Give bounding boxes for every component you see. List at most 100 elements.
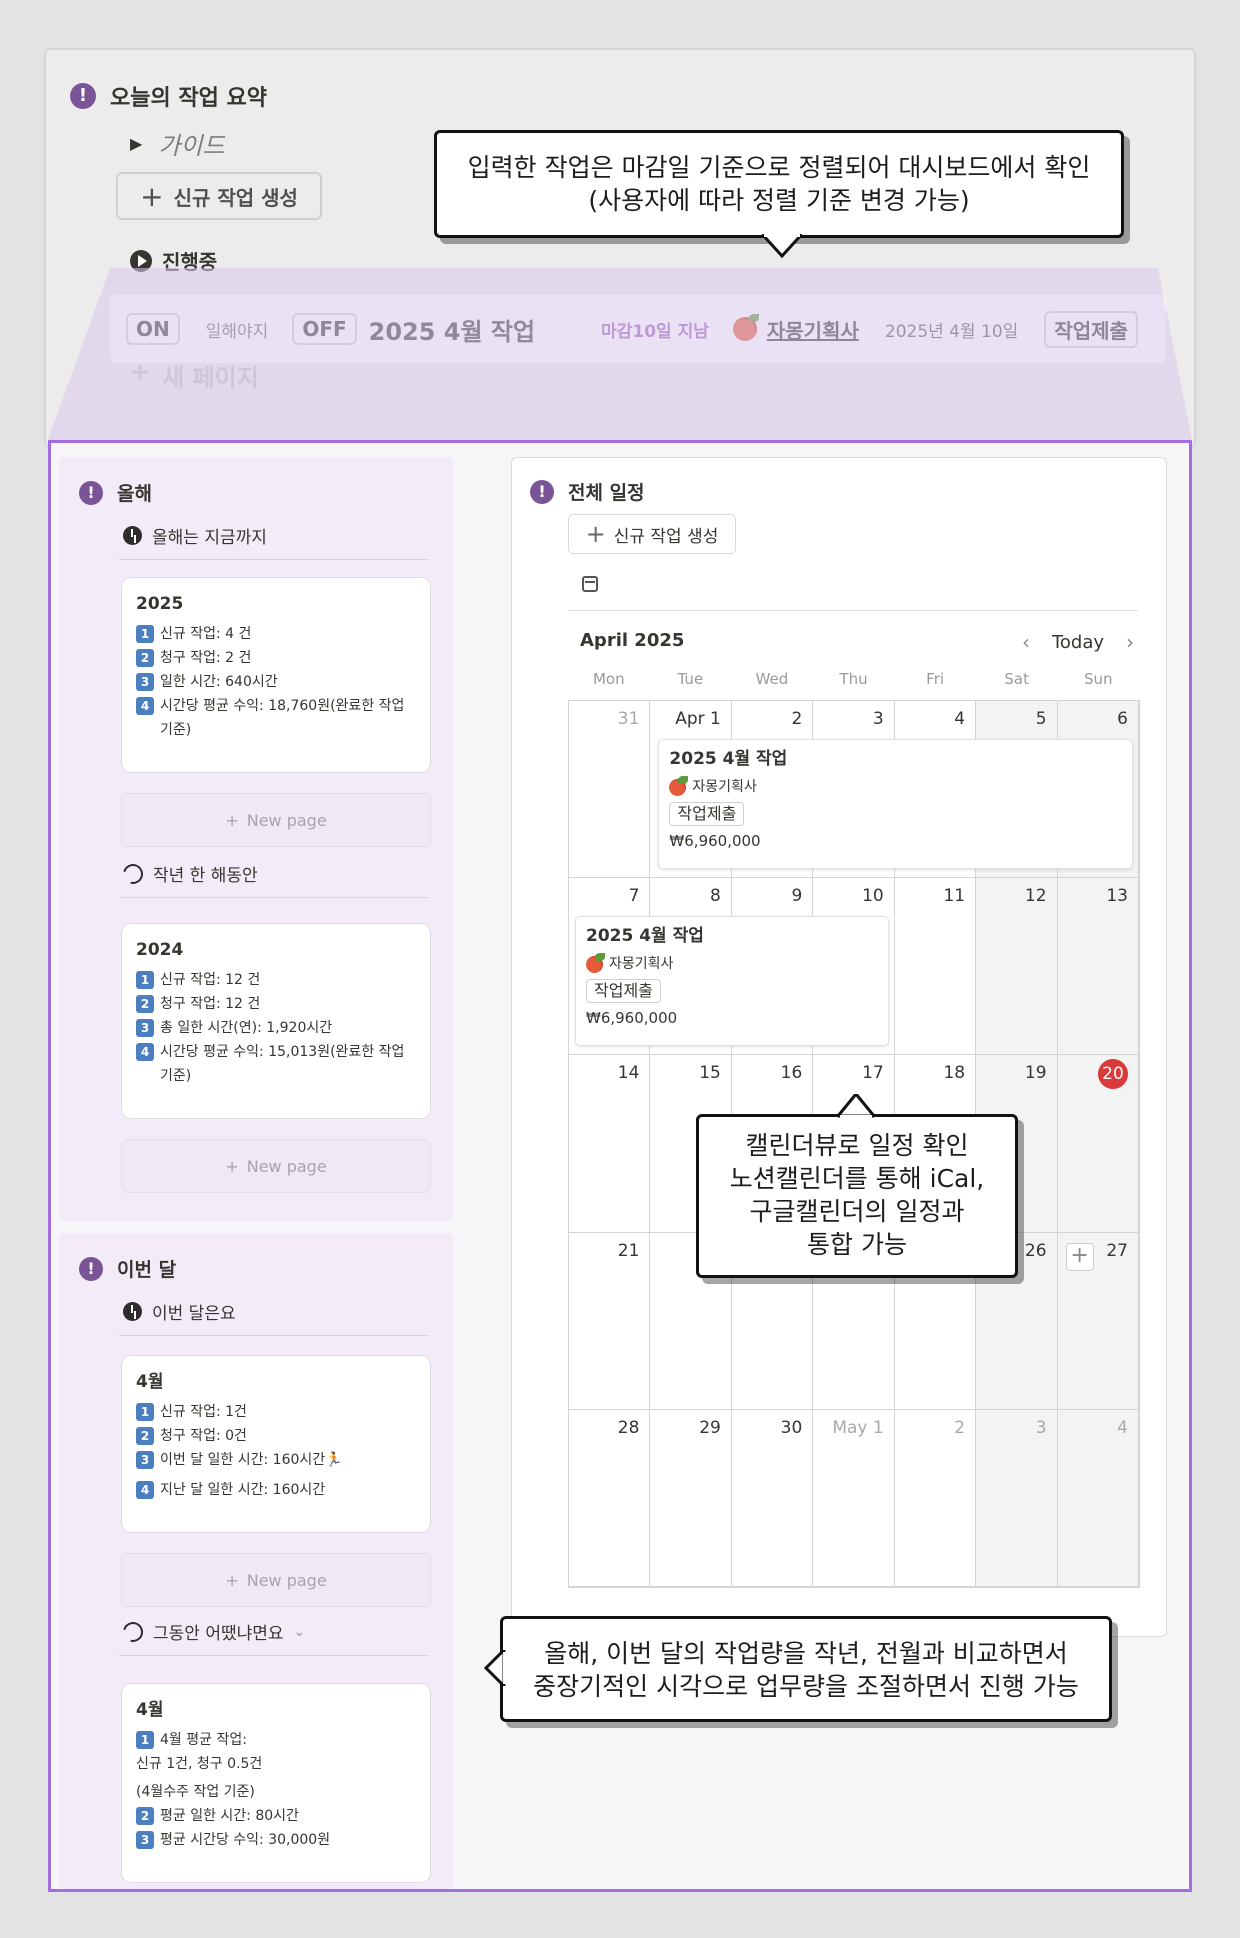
callout-pointer — [484, 1650, 506, 1686]
keycap-1-icon: 1 — [136, 1403, 154, 1421]
calendar-day-number: May 1 — [832, 1417, 884, 1438]
keycap-1-icon: 1 — [136, 1731, 154, 1749]
calendar-day-cell[interactable]: 29 — [650, 1409, 732, 1587]
weekday-label: Sun — [1083, 670, 1113, 688]
play-circle-icon — [130, 249, 152, 272]
history-header[interactable]: 그동안 어땠냐면요 ⌄ — [119, 1617, 305, 1646]
this-month-label: 이번 달은요 — [152, 1304, 236, 1324]
keycap-3-icon: 3 — [136, 1451, 154, 1469]
grapefruit-icon — [732, 314, 759, 341]
calendar-header: ! 전체 일정 — [530, 478, 645, 505]
stat-text: 평균 일한 시간: 80시간 — [160, 1808, 299, 1824]
off-toggle[interactable]: OFF — [292, 313, 357, 345]
summary-header: ! 오늘의 작업 요약 — [70, 80, 267, 112]
calendar-day-cell[interactable]: 14 — [569, 1055, 651, 1233]
on-toggle[interactable]: ON — [126, 313, 180, 345]
new-page-button[interactable]: + New page — [121, 1139, 431, 1193]
calendar-view-icon[interactable] — [582, 576, 598, 592]
year-so-far-header[interactable]: 올해는 지금까지 — [123, 523, 267, 548]
calendar-day-cell[interactable]: 31 — [569, 701, 651, 879]
calendar-day-cell[interactable]: May 1 — [813, 1409, 895, 1587]
plus-icon: + — [130, 358, 151, 386]
keycap-1-icon: 1 — [136, 625, 154, 643]
this-month-header[interactable]: 이번 달은요 — [123, 1299, 236, 1324]
task-name[interactable]: 2025 4월 작업 — [369, 312, 535, 347]
year-panel: ! 올해 올해는 지금까지 2025 1 신규 작업: 4 건 2 청구 작업: 2… — [59, 457, 453, 1221]
calendar-day-cell[interactable]: 12 — [976, 878, 1058, 1056]
client-link[interactable]: 자몽기획사 — [767, 315, 859, 344]
year-stat-card[interactable]: 2025 1 신규 작업: 4 건 2 청구 작업: 2 건 3 일한 시간: 640… — [121, 577, 431, 773]
stat-text: (4월수주 작업 기준) — [136, 1784, 255, 1800]
calendar-day-cell[interactable]: 30 — [731, 1409, 814, 1587]
list-item: 1 신규 작업: 4 건 — [136, 622, 416, 646]
task-row[interactable]: ON 일해야지 OFF 2025 4월 작업 마감10일 지남 자몽기획사 20… — [110, 295, 1166, 363]
keycap-2-icon: 2 — [136, 1427, 154, 1445]
weekday-label: Fri — [926, 670, 945, 688]
calendar-day-cell[interactable]: 4 — [1057, 1409, 1139, 1587]
calendar-title: 전체 일정 — [568, 482, 645, 504]
calendar-day-cell[interactable]: 2 — [894, 1409, 977, 1587]
last-year-header[interactable]: 작년 한 해동안 — [119, 859, 258, 888]
new-page-button[interactable]: + New page — [121, 1553, 431, 1607]
month-panel: ! 이번 달 이번 달은요 4월 1 신규 작업: 1건 2 청구 작업: 0건 3… — [59, 1233, 453, 1889]
calendar-day-cell[interactable]: 11 — [894, 878, 977, 1056]
last-year-stat-card[interactable]: 2024 1 신규 작업: 12 건 2 청구 작업: 12 건 3 총 일한 시간(… — [121, 923, 431, 1119]
exclamation-icon: ! — [79, 1256, 103, 1281]
stat-text: 지난 달 일한 시간: 160시간 — [160, 1482, 326, 1498]
divider — [568, 610, 1138, 611]
new-page-button[interactable]: + New page — [121, 793, 431, 847]
keycap-4-icon: 4 — [136, 1043, 154, 1061]
summary-title: 오늘의 작업 요약 — [110, 86, 267, 111]
calendar-day-number: 21 — [617, 1240, 640, 1261]
calendar-day-cell[interactable]: 28 — [569, 1409, 651, 1587]
grapefruit-icon — [669, 775, 689, 796]
calendar-day-number: 16 — [780, 1063, 803, 1084]
calendar-day-number: 2 — [954, 1417, 966, 1438]
event-title: 2025 4월 작업 — [586, 926, 704, 947]
in-progress-header[interactable]: 진행중 — [130, 246, 217, 275]
new-page-button[interactable]: + 새 페이지 — [130, 358, 259, 393]
add-event-button[interactable]: + — [1065, 1242, 1094, 1271]
grapefruit-icon — [586, 952, 605, 973]
event-client: 자몽기획사 — [669, 775, 1122, 798]
new-task-button[interactable]: + 신규 작업 생성 — [116, 172, 322, 220]
guide-toggle[interactable]: ▶ 가이드 — [130, 126, 225, 161]
clock-icon — [123, 526, 142, 545]
calendar-event[interactable]: 2025 4월 작업 자몽기획사 작업제출 ₩6,960,000 — [575, 916, 889, 1047]
divider — [119, 1335, 429, 1336]
callout-text: 입력한 작업은 마감일 기준으로 정렬되어 대시보드에서 확인 (사용자에 따라… — [467, 153, 1091, 215]
stat-text: 시간당 평균 수익: 15,013원(완료한 작업 기준) — [160, 1044, 405, 1084]
event-amount: ₩6,960,000 — [669, 832, 761, 850]
event-client-name: 자몽기획사 — [609, 956, 674, 973]
chevron-left-icon[interactable]: ‹ — [1022, 630, 1030, 654]
plus-icon: + — [225, 810, 239, 830]
today-button[interactable]: Today — [1052, 632, 1104, 653]
list-item: 1 신규 작업: 1건 — [136, 1400, 416, 1424]
new-page-label: New page — [246, 1570, 327, 1590]
calendar-event[interactable]: 2025 4월 작업 자몽기획사 작업제출 ₩6,960,000 — [658, 739, 1133, 869]
stat-text: 이번 달 일한 시간: 160시간🏃 — [160, 1452, 343, 1468]
keycap-4-icon: 4 — [136, 697, 154, 715]
calendar-day-cell[interactable]: 13 — [1057, 878, 1139, 1056]
list-item: 4 지난 달 일한 시간: 160시간 — [136, 1478, 416, 1502]
list-item: 2 청구 작업: 2 건 — [136, 646, 416, 670]
list-item: 3 일한 시간: 640시간 — [136, 670, 416, 694]
calendar-panel: ! 전체 일정 + 신규 작업 생성 April 2025 ‹ Today › … — [511, 457, 1167, 1637]
year-so-far-label: 올해는 지금까지 — [152, 528, 267, 548]
callout-compare-info: 올해, 이번 달의 작업량을 작년, 전월과 비교하면서 중장기적인 시각으로 … — [500, 1616, 1112, 1722]
calendar-day-number: 3 — [1035, 1417, 1047, 1438]
task-date: 2025년 4월 10일 — [884, 321, 1019, 342]
list-item: 3 평균 시간당 수익: 30,000원 — [136, 1828, 416, 1852]
month-panel-title: 이번 달 — [117, 1259, 177, 1281]
calendar-day-cell[interactable]: 3 — [976, 1409, 1058, 1587]
new-page-label: New page — [246, 810, 327, 830]
history-stat-card[interactable]: 4월 1 4월 평균 작업: 신규 1건, 청구 0.5건 (4월수주 작업 기준… — [121, 1683, 431, 1883]
chevron-right-icon[interactable]: › — [1126, 630, 1134, 654]
calendar-day-number: 28 — [617, 1417, 640, 1438]
stat-text: 4월 평균 작업: — [160, 1732, 247, 1748]
calendar-day-cell[interactable]: 20 — [1057, 1055, 1139, 1233]
month-stat-card[interactable]: 4월 1 신규 작업: 1건 2 청구 작업: 0건 3 이번 달 일한 시간: 16… — [121, 1355, 431, 1533]
calendar-day-cell[interactable]: 21 — [569, 1232, 651, 1410]
calendar-new-task-button[interactable]: + 신규 작업 생성 — [568, 514, 736, 554]
status-badge: 작업제출 — [1044, 310, 1138, 348]
